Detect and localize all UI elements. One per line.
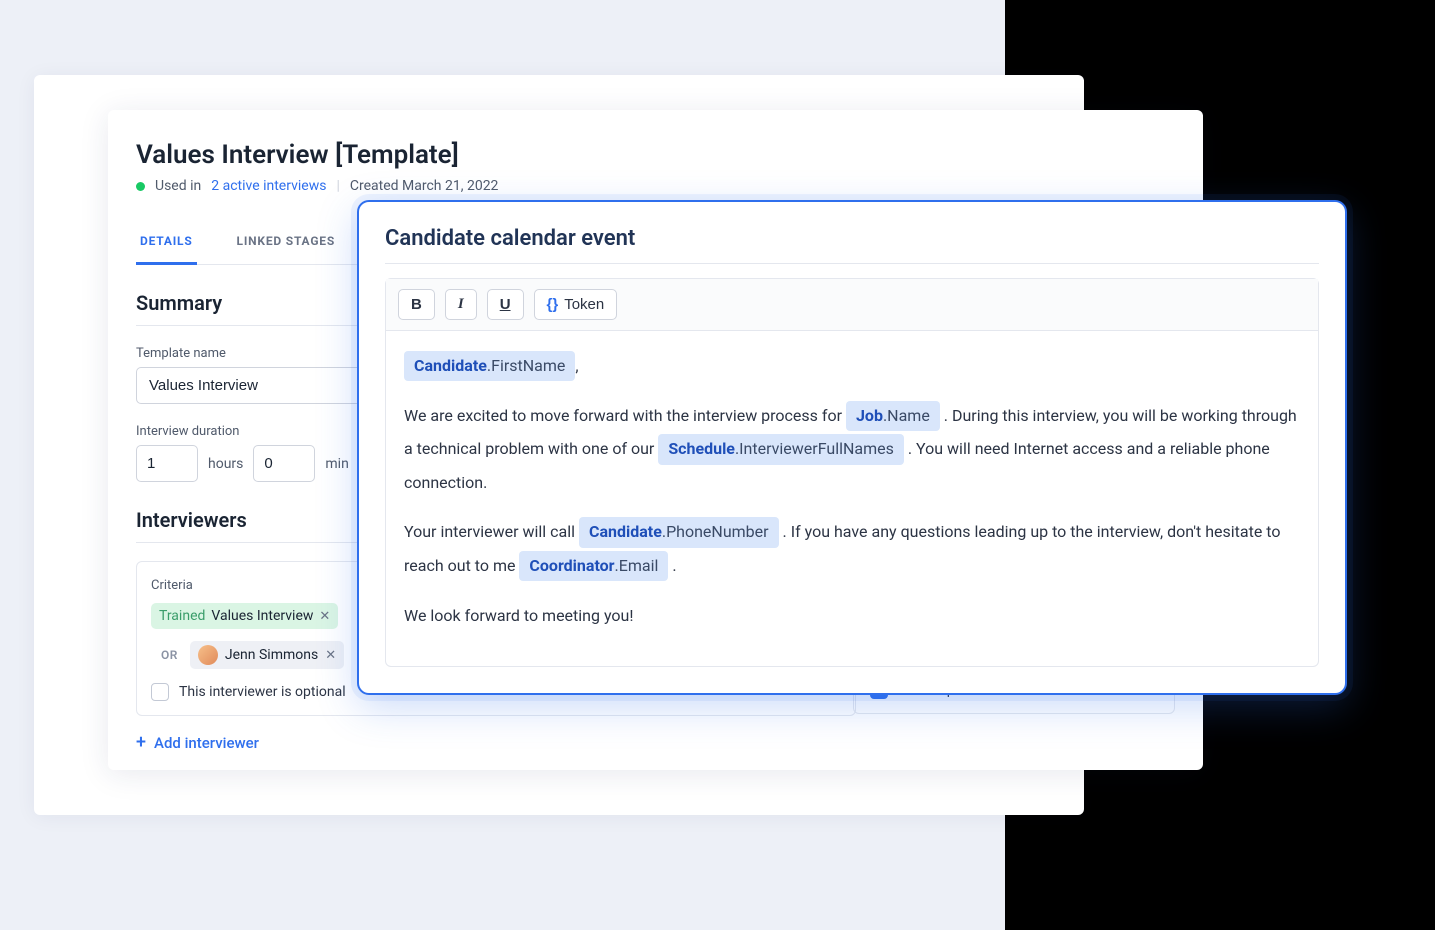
optional-label: This interviewer is optional: [179, 684, 346, 700]
avatar-icon: [198, 645, 218, 665]
braces-icon: {}: [547, 296, 559, 313]
plus-icon: +: [136, 734, 146, 752]
editor-body: B I U {} Token Candidate.FirstName , We …: [385, 278, 1319, 667]
text-p2c: .: [672, 556, 676, 575]
minutes-input[interactable]: [253, 445, 315, 482]
text-comma: ,: [575, 356, 578, 375]
person-name: Jenn Simmons: [225, 647, 318, 663]
criteria-chip[interactable]: Trained Values Interview ✕: [151, 603, 338, 629]
token-button[interactable]: {} Token: [534, 289, 618, 320]
token-candidate-firstname[interactable]: Candidate.FirstName: [404, 351, 575, 381]
bold-icon: B: [411, 296, 422, 313]
chip-trained: Trained: [159, 608, 205, 624]
chip-name: Values Interview: [211, 608, 313, 624]
close-icon[interactable]: ✕: [319, 609, 330, 624]
text-p3: We look forward to meeting you!: [404, 606, 633, 625]
underline-icon: U: [500, 296, 511, 313]
token-candidate-phone[interactable]: Candidate.PhoneNumber: [579, 517, 779, 547]
hours-input[interactable]: [136, 445, 198, 482]
tab-details[interactable]: DETAILS: [136, 220, 197, 265]
meta-separator: |: [336, 178, 339, 194]
token-button-label: Token: [564, 296, 604, 313]
text-p2a: Your interviewer will call: [404, 522, 579, 541]
hours-unit: hours: [208, 456, 243, 472]
editor-card: Candidate calendar event B I U {} Token …: [357, 200, 1347, 695]
close-icon[interactable]: ✕: [325, 648, 336, 663]
underline-button[interactable]: U: [487, 289, 524, 320]
active-interviews-link[interactable]: 2 active interviews: [211, 178, 326, 194]
token-schedule-interviewers[interactable]: Schedule.InterviewerFullNames: [658, 434, 904, 464]
optional-checkbox[interactable]: [151, 683, 169, 701]
person-chip[interactable]: Jenn Simmons ✕: [190, 641, 344, 669]
bold-button[interactable]: B: [398, 289, 435, 320]
italic-icon: I: [458, 296, 464, 313]
text-p1a: We are excited to move forward with the …: [404, 406, 846, 425]
meta-row: Used in 2 active interviews | Created Ma…: [136, 178, 1175, 194]
created-label: Created March 21, 2022: [350, 178, 499, 194]
editor-toolbar: B I U {} Token: [386, 279, 1318, 331]
token-coordinator-email[interactable]: Coordinator.Email: [519, 551, 668, 581]
tab-linked-stages[interactable]: LINKED STAGES: [233, 220, 340, 264]
token-job-name[interactable]: Job.Name: [846, 401, 940, 431]
or-label: OR: [161, 648, 178, 662]
italic-button[interactable]: I: [445, 289, 477, 320]
page-title: Values Interview [Template]: [136, 140, 1175, 170]
add-interviewer-button[interactable]: + Add interviewer: [136, 734, 259, 752]
editor-content[interactable]: Candidate.FirstName , We are excited to …: [386, 331, 1318, 666]
editor-title: Candidate calendar event: [385, 226, 1319, 264]
add-interviewer-label: Add interviewer: [154, 734, 259, 752]
used-in-label: Used in: [155, 178, 201, 194]
minutes-unit: min: [325, 456, 348, 472]
status-dot-icon: [136, 182, 145, 191]
